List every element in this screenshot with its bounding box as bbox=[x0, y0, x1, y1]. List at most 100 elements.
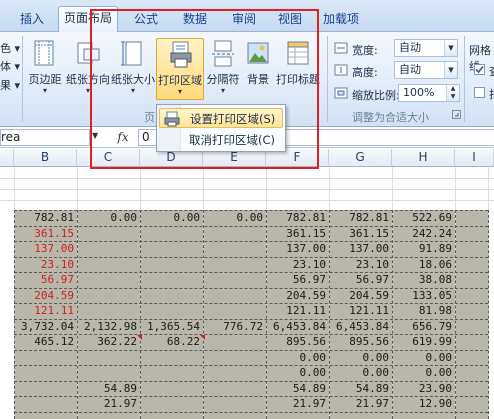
cell-error-indicator-icon bbox=[200, 335, 205, 340]
zoom-label: 缩放比例: bbox=[352, 89, 400, 102]
cell-C-r13[interactable]: 21.97 bbox=[77, 396, 140, 412]
cell-B-r6[interactable]: 204.59 bbox=[14, 288, 77, 304]
column-header-I[interactable]: I bbox=[455, 149, 494, 167]
cell-G-r13[interactable]: 21.97 bbox=[329, 396, 392, 412]
theme-effects-partial[interactable]: 果 ▾ bbox=[0, 77, 20, 93]
cell-B-r9[interactable]: 465.12 bbox=[14, 334, 77, 350]
cell-B-r4[interactable]: 23.10 bbox=[14, 257, 77, 273]
print-area-column-border bbox=[488, 210, 489, 419]
cell-H-r3[interactable]: 91.89 bbox=[392, 241, 455, 257]
cell-F-r3[interactable]: 137.00 bbox=[266, 241, 329, 257]
cell-F-r13[interactable]: 21.97 bbox=[266, 396, 329, 412]
cell-F-r9[interactable]: 895.56 bbox=[266, 334, 329, 350]
cell-E-r1[interactable]: 0.00 bbox=[203, 210, 266, 226]
cell-H-r6[interactable]: 133.05 bbox=[392, 288, 455, 304]
height-icon bbox=[334, 64, 348, 76]
cell-D-r1[interactable]: 0.00 bbox=[140, 210, 203, 226]
margins-button[interactable]: 页边距 ▾ bbox=[25, 38, 65, 98]
cell-H-r8[interactable]: 656.79 bbox=[392, 319, 455, 335]
gridline-horizontal bbox=[0, 178, 494, 179]
cell-H-r12[interactable]: 23.90 bbox=[392, 381, 455, 397]
cell-F-r2[interactable]: 361.15 bbox=[266, 226, 329, 242]
cell-F-r7[interactable]: 121.11 bbox=[266, 303, 329, 319]
chevron-down-icon[interactable]: ▼ bbox=[444, 40, 457, 56]
print-gridlines-checkbox[interactable] bbox=[474, 87, 485, 98]
view-gridlines-checkbox[interactable] bbox=[474, 64, 485, 75]
cell-B-r1[interactable]: 782.81 bbox=[14, 210, 77, 226]
cell-C-r1[interactable]: 0.00 bbox=[77, 210, 140, 226]
column-header-B[interactable]: B bbox=[14, 149, 77, 167]
cell-B-r7[interactable]: 121.11 bbox=[14, 303, 77, 319]
cell-F-r11[interactable]: 0.00 bbox=[266, 365, 329, 381]
print-gridlines-label-partial: 打 bbox=[489, 86, 494, 102]
scale-to-fit-group-label: 调整为合适大小 bbox=[352, 111, 429, 124]
gridline-horizontal bbox=[0, 189, 494, 190]
cell-C-r9[interactable]: 362.22 bbox=[77, 334, 140, 350]
ribbon-separator bbox=[464, 36, 465, 122]
width-label: 宽度: bbox=[352, 44, 378, 57]
ribbon-separator bbox=[327, 36, 328, 122]
zoom-spinner[interactable]: 100% ▲ ▼ bbox=[398, 84, 460, 102]
cell-F-r1[interactable]: 782.81 bbox=[266, 210, 329, 226]
checkmark-icon bbox=[475, 65, 484, 74]
width-value: 自动 bbox=[399, 41, 421, 54]
cell-F-r4[interactable]: 23.10 bbox=[266, 257, 329, 273]
spinner-arrows-icon[interactable]: ▲ ▼ bbox=[446, 85, 459, 101]
margins-icon bbox=[34, 40, 54, 66]
cell-G-r9[interactable]: 895.56 bbox=[329, 334, 392, 350]
tab-addins[interactable]: 加载项 bbox=[318, 8, 364, 32]
chevron-down-icon[interactable]: ▼ bbox=[444, 62, 457, 78]
cell-F-r8[interactable]: 6,453.84 bbox=[266, 319, 329, 335]
width-select[interactable]: 自动 ▼ bbox=[394, 39, 458, 57]
cell-B-r8[interactable]: 3,732.04 bbox=[14, 319, 77, 335]
highlight-annotation-box bbox=[90, 9, 319, 169]
cell-C-r12[interactable]: 54.89 bbox=[77, 381, 140, 397]
cell-G-r5[interactable]: 56.97 bbox=[329, 272, 392, 288]
zoom-icon bbox=[334, 87, 348, 99]
cell-H-r4[interactable]: 18.06 bbox=[392, 257, 455, 273]
cell-G-r8[interactable]: 6,453.84 bbox=[329, 319, 392, 335]
height-select[interactable]: 自动 ▼ bbox=[394, 61, 458, 79]
cell-D-r8[interactable]: 1,365.54 bbox=[140, 319, 203, 335]
cell-B-r3[interactable]: 137.00 bbox=[14, 241, 77, 257]
cell-F-r6[interactable]: 204.59 bbox=[266, 288, 329, 304]
cell-F-r5[interactable]: 56.97 bbox=[266, 272, 329, 288]
cell-H-r2[interactable]: 242.24 bbox=[392, 226, 455, 242]
cell-E-r8[interactable]: 776.72 bbox=[203, 319, 266, 335]
dialog-launcher-icon[interactable] bbox=[452, 110, 461, 119]
cell-C-r8[interactable]: 2,132.98 bbox=[77, 319, 140, 335]
cell-G-r12[interactable]: 54.89 bbox=[329, 381, 392, 397]
cell-H-r13[interactable]: 12.90 bbox=[392, 396, 455, 412]
tab-insert[interactable]: 插入 bbox=[14, 8, 50, 32]
cell-G-r10[interactable]: 0.00 bbox=[329, 350, 392, 366]
cell-F-r10[interactable]: 0.00 bbox=[266, 350, 329, 366]
cell-G-r6[interactable]: 204.59 bbox=[329, 288, 392, 304]
height-label: 高度: bbox=[352, 66, 378, 79]
cell-G-r1[interactable]: 782.81 bbox=[329, 210, 392, 226]
cell-G-r3[interactable]: 137.00 bbox=[329, 241, 392, 257]
cell-G-r11[interactable]: 0.00 bbox=[329, 365, 392, 381]
cell-G-r4[interactable]: 23.10 bbox=[329, 257, 392, 273]
cell-H-r7[interactable]: 81.98 bbox=[392, 303, 455, 319]
width-icon bbox=[334, 42, 348, 54]
print-area-column-border bbox=[203, 210, 204, 419]
cell-H-r11[interactable]: 0.00 bbox=[392, 365, 455, 381]
cell-G-r7[interactable]: 121.11 bbox=[329, 303, 392, 319]
cell-F-r12[interactable]: 54.89 bbox=[266, 381, 329, 397]
theme-fonts-partial[interactable]: 体 ▾ bbox=[0, 58, 20, 74]
cell-H-r10[interactable]: 0.00 bbox=[392, 350, 455, 366]
column-header-H[interactable]: H bbox=[392, 149, 455, 167]
cell-H-r5[interactable]: 38.08 bbox=[392, 272, 455, 288]
theme-colors-partial[interactable]: 色 ▾ bbox=[0, 40, 20, 56]
cell-D-r9[interactable]: 68.22 bbox=[140, 334, 203, 350]
cell-H-r9[interactable]: 619.99 bbox=[392, 334, 455, 350]
cell-B-r5[interactable]: 56.97 bbox=[14, 272, 77, 288]
height-value: 自动 bbox=[399, 63, 421, 76]
cell-B-r2[interactable]: 361.15 bbox=[14, 226, 77, 242]
cell-G-r2[interactable]: 361.15 bbox=[329, 226, 392, 242]
name-box[interactable]: rea bbox=[0, 129, 90, 146]
column-header-G[interactable]: G bbox=[329, 149, 392, 167]
cell-H-r1[interactable]: 522.69 bbox=[392, 210, 455, 226]
cell-error-indicator-icon bbox=[137, 335, 142, 340]
select-all-corner[interactable] bbox=[0, 149, 14, 167]
